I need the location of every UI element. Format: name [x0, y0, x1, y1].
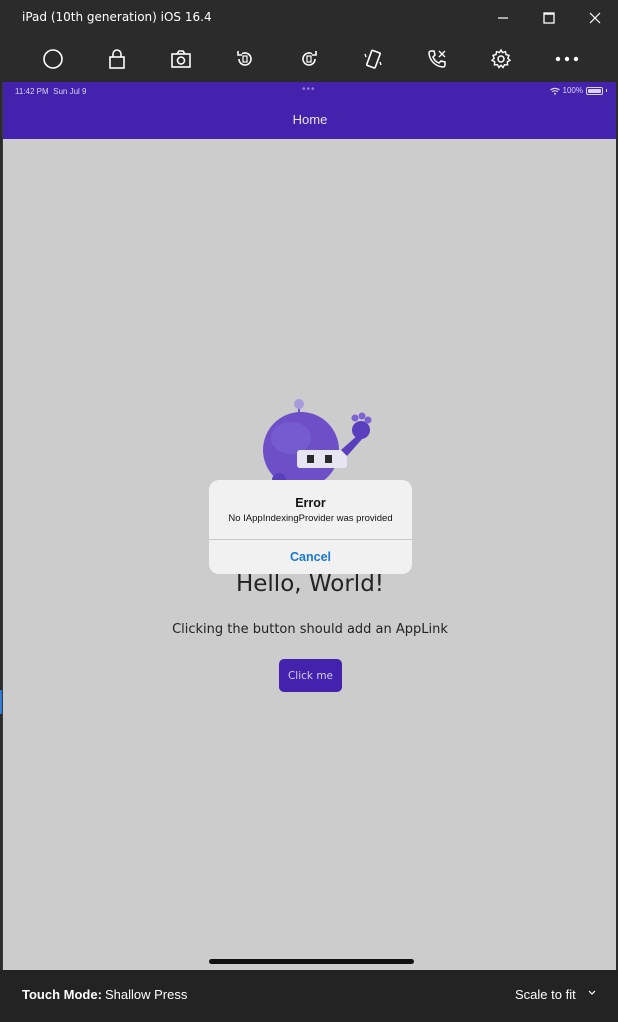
rotate-left-icon[interactable]	[230, 44, 260, 74]
error-alert-dialog: Error No IAppIndexingProvider was provid…	[209, 480, 412, 574]
multitasking-dots[interactable]: •••	[302, 84, 316, 95]
close-icon[interactable]	[582, 6, 608, 30]
chevron-down-icon[interactable]	[585, 986, 599, 1000]
hello-heading: Hello, World!	[235, 571, 385, 597]
lock-icon[interactable]	[102, 44, 132, 74]
device-screen[interactable]: 11:42 PM Sun Jul 9 ••• 100% Home Hello, …	[2, 82, 616, 970]
click-me-button[interactable]: Click me	[279, 659, 342, 692]
minimize-icon[interactable]	[490, 6, 516, 30]
page-title: Home	[292, 112, 328, 127]
alert-message: No IAppIndexingProvider was provided	[228, 513, 393, 524]
window-edge-marker	[0, 690, 2, 714]
scale-to-fit-selector[interactable]: Scale to fit	[515, 987, 576, 1002]
title-bar: iPad (10th generation) iOS 16.4	[0, 0, 618, 36]
bottom-bar: Touch Mode: Shallow Press Scale to fit	[0, 970, 618, 1022]
alert-cancel-button[interactable]: Cancel	[209, 540, 412, 574]
alert-title: Error	[295, 496, 326, 510]
touch-mode-selector[interactable]: Shallow Press	[105, 987, 187, 1002]
battery-icon	[586, 86, 603, 95]
status-indicators: 100%	[549, 86, 607, 95]
more-icon[interactable]	[552, 44, 582, 74]
home-indicator[interactable]	[209, 959, 414, 964]
shake-icon[interactable]	[358, 44, 388, 74]
navigation-bar: 11:42 PM Sun Jul 9 ••• 100% Home	[3, 82, 616, 139]
status-bar: 11:42 PM Sun Jul 9 ••• 100%	[3, 82, 616, 102]
maximize-icon[interactable]	[536, 6, 562, 30]
settings-gear-icon[interactable]	[486, 44, 516, 74]
battery-tip	[606, 89, 607, 92]
wifi-icon	[549, 87, 560, 95]
rotate-right-icon[interactable]	[294, 44, 324, 74]
battery-percentage: 100%	[562, 86, 583, 95]
touch-mode-label: Touch Mode:	[22, 987, 102, 1002]
status-time: 11:42 PM Sun Jul 9	[15, 87, 87, 96]
window-title: iPad (10th generation) iOS 16.4	[22, 10, 212, 24]
description-text: Clicking the button should add an AppLin…	[172, 622, 448, 637]
screenshot-camera-icon[interactable]	[166, 44, 196, 74]
phone-call-icon[interactable]	[422, 44, 452, 74]
simulator-window: iPad (10th generation) iOS 16.4 11:42 PM…	[0, 0, 618, 1022]
simulator-toolbar	[0, 36, 618, 82]
home-button-icon[interactable]	[38, 44, 68, 74]
